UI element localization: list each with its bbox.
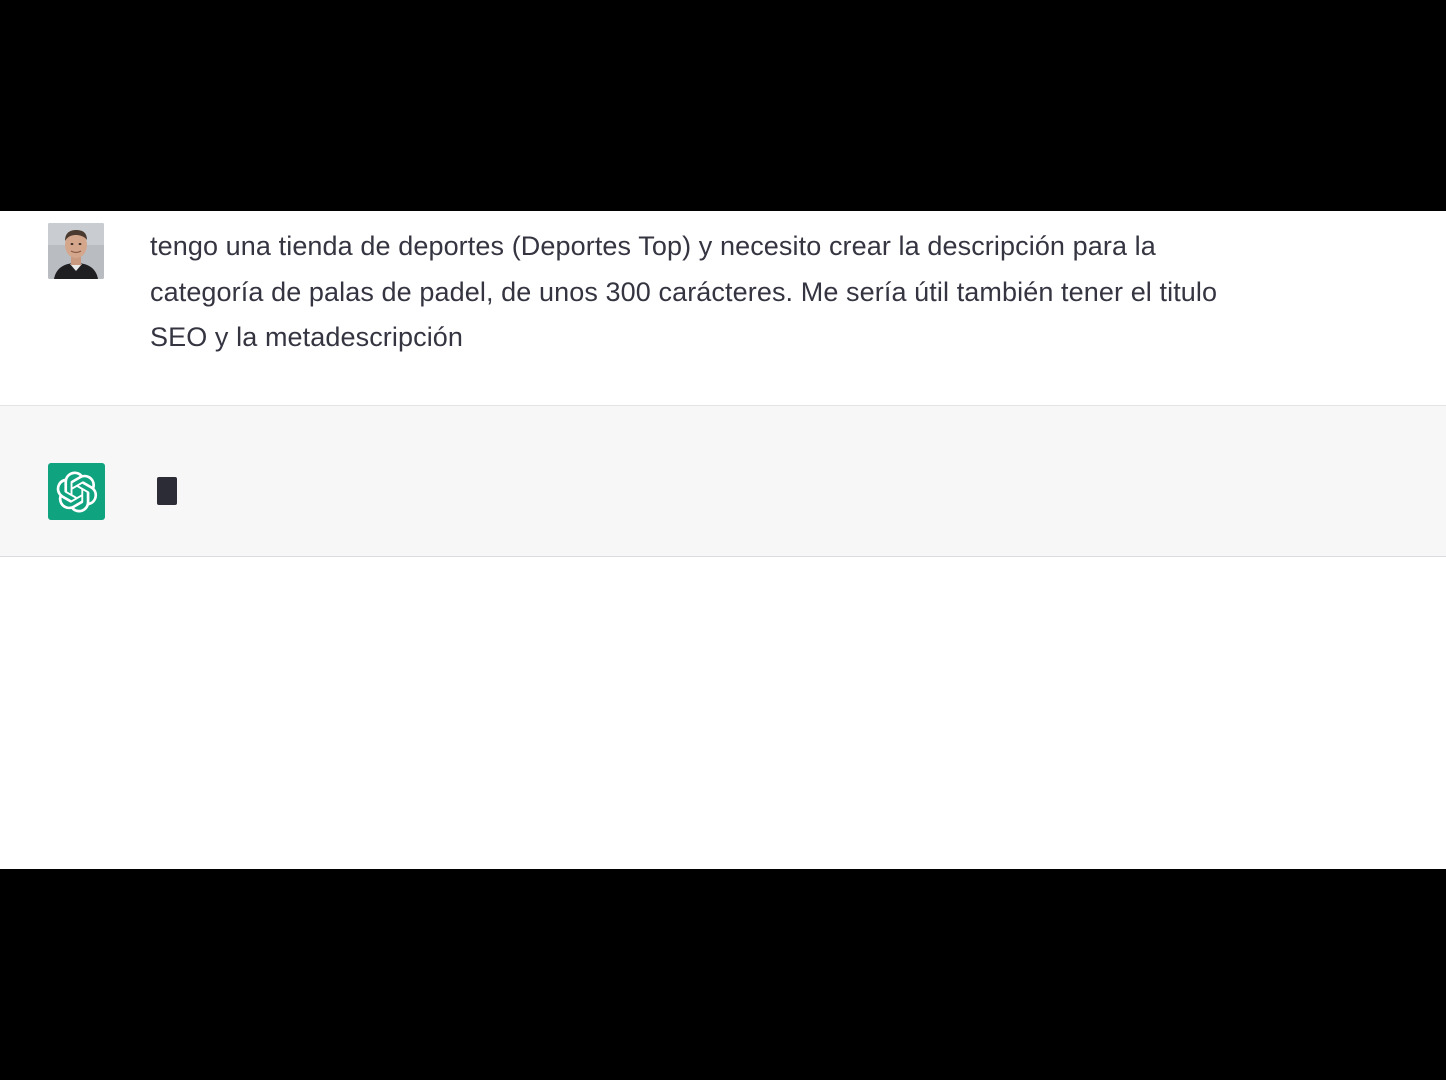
user-message-line: SEO y la metadescripción [150, 322, 464, 352]
typing-cursor [157, 477, 177, 505]
letterbox-top [0, 0, 1446, 211]
user-avatar [48, 223, 104, 279]
user-message-line: categoría de palas de padel, de unos 300… [150, 276, 1218, 307]
user-message-text: tengo una tienda de deportes (Deportes T… [150, 224, 1390, 361]
letterbox-bottom [0, 869, 1446, 1080]
user-message-row: tengo una tienda de deportes (Deportes T… [0, 211, 1446, 406]
user-message-line: tengo una tienda de deportes (Deportes T… [150, 231, 1156, 261]
chat-conversation: tengo una tienda de deportes (Deportes T… [0, 211, 1446, 869]
assistant-avatar [48, 463, 105, 520]
openai-logo-icon [56, 471, 97, 512]
user-photo-avatar-icon [48, 223, 104, 279]
assistant-message-row [0, 406, 1446, 557]
